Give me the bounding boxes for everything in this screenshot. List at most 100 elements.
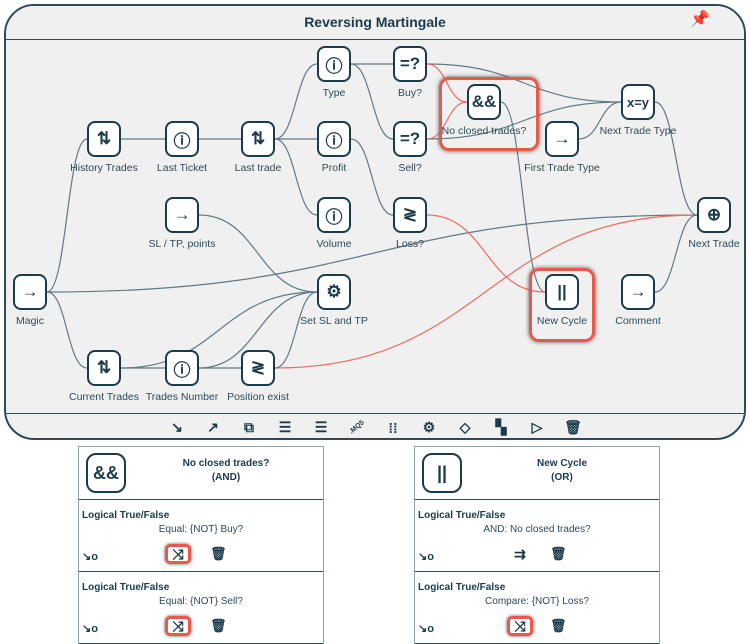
node-label: Last trade: [234, 162, 282, 174]
node-label: Comment: [615, 315, 661, 327]
node-volume[interactable]: ⓘ: [317, 197, 351, 233]
node-setsl-icon: ⚙: [326, 282, 342, 301]
node-firsttype[interactable]: →: [545, 121, 579, 157]
delete-icon[interactable]: 🗑: [210, 618, 227, 634]
node-tradesnum[interactable]: ⓘ: [165, 350, 199, 386]
toolbar-button-3[interactable]: ☰: [275, 419, 295, 436]
toolbar-button-9[interactable]: ▚: [491, 419, 511, 436]
node-nexttrade-icon: ⊕: [706, 205, 722, 224]
toolbar-button-1[interactable]: ↗: [203, 419, 223, 436]
panel-node-icon: &&: [86, 453, 126, 493]
panel-title: No closed trades?: [182, 458, 270, 469]
condition-description: AND: No closed trades?: [483, 524, 591, 535]
toolbar-button-8[interactable]: ◇: [455, 419, 475, 436]
node-label: Set SL and TP: [300, 315, 368, 327]
invert-toggle-button[interactable]: ⤨: [507, 616, 533, 636]
edge-xy-nexttrade: [654, 101, 698, 216]
node-label: Last Ticket: [156, 162, 208, 174]
node-label: SL / TP, points: [148, 238, 216, 250]
node-firsttype-icon: →: [553, 129, 571, 148]
edge-loss-newcycle: [426, 214, 546, 293]
invert-toggle-button[interactable]: ⤨: [165, 616, 191, 636]
node-current[interactable]: ⇅: [87, 350, 121, 386]
edge-magic-nexttrade: [46, 214, 698, 293]
node-type[interactable]: ⓘ: [317, 46, 351, 82]
node-comment[interactable]: →: [621, 274, 655, 310]
node-buy[interactable]: =?: [393, 46, 427, 82]
node-label: Next Trade Type: [599, 125, 677, 137]
panel-node-icon: ||: [422, 453, 462, 493]
link-icon[interactable]: ↘o: [82, 550, 98, 563]
node-label: Loss?: [395, 238, 425, 250]
panel-title: New Cycle: [536, 458, 588, 469]
node-posexist-icon: ≷: [250, 358, 266, 377]
condition-description: Equal: {NOT} Buy?: [158, 524, 244, 535]
node-history[interactable]: ⇅: [87, 121, 121, 157]
node-volume-icon: ⓘ: [325, 207, 343, 227]
node-label: Profit: [321, 162, 347, 174]
link-icon[interactable]: ↘o: [418, 550, 434, 563]
edge-magic-current: [46, 291, 88, 369]
condition-section: Logical True/False Equal: {NOT} Sell? ↘o ⤨ 🗑: [79, 572, 323, 644]
toolbar-button-4[interactable]: ☰: [311, 419, 331, 436]
highlight-and-node: [439, 77, 539, 151]
node-lasttrade[interactable]: ⇅: [241, 121, 275, 157]
node-label: Current Trades: [68, 391, 140, 403]
edge-profit-loss: [350, 138, 394, 216]
node-label: History Trades: [70, 162, 138, 174]
node-label: Trades Number: [145, 391, 219, 403]
condition-section: Logical True/False AND: No closed trades?…: [415, 500, 659, 572]
edge-sltp-setsl: [198, 214, 318, 293]
edge-posexist-setsl: [274, 291, 318, 369]
flow-canvas[interactable]: Reversing Martingale 📌 → Magic ⇅ History Tr…: [4, 4, 746, 440]
node-lasttrade-icon: ⇅: [250, 129, 266, 148]
toolbar-button-0[interactable]: ↘: [167, 419, 187, 436]
toolbar-button-2[interactable]: ⧉: [239, 419, 259, 436]
delete-icon[interactable]: 🗑: [550, 618, 567, 634]
condition-title: Logical True/False: [418, 510, 506, 521]
node-history-icon: ⇅: [96, 129, 112, 148]
panel-header: || New Cycle (OR): [415, 447, 659, 500]
toolbar-button-7[interactable]: ⚙: [419, 419, 439, 436]
node-setsl[interactable]: ⚙: [317, 274, 351, 310]
toolbar-button-5[interactable]: .MQ5: [347, 418, 367, 436]
node-lastticket[interactable]: ⓘ: [165, 121, 199, 157]
node-magic[interactable]: →: [13, 274, 47, 310]
panel-subtitle: (OR): [551, 472, 573, 483]
node-profit-icon: ⓘ: [325, 131, 343, 151]
node-label: Position exist: [227, 391, 289, 403]
edge-lasttrade-type: [274, 63, 318, 140]
link-icon[interactable]: ↘o: [82, 622, 98, 635]
node-loss[interactable]: ≷: [393, 197, 427, 233]
delete-icon[interactable]: 🗑: [550, 546, 567, 562]
node-nexttrade[interactable]: ⊕: [697, 197, 731, 233]
highlight-newcycle-node: [529, 268, 595, 342]
invert-toggle-button[interactable]: ⤨: [165, 544, 191, 564]
condition-description: Equal: {NOT} Sell?: [159, 596, 243, 607]
node-label: Magic: [15, 315, 45, 327]
node-sltp-icon: →: [173, 205, 191, 224]
node-sell[interactable]: =?: [393, 121, 427, 157]
delete-icon[interactable]: 🗑: [210, 546, 227, 562]
properties-panel-0: && No closed trades? (AND) Logical True/Fal…: [78, 446, 324, 644]
node-posexist[interactable]: ≷: [241, 350, 275, 386]
node-xy[interactable]: x=y: [621, 84, 655, 120]
node-comment-icon: →: [629, 282, 647, 301]
node-profit[interactable]: ⓘ: [317, 121, 351, 157]
edge-lasttrade-volume: [274, 138, 318, 216]
toolbar: ↘ ↗ ⧉ ☰ ☰ .MQ5 ⁞⁞ ⚙ ◇ ▚ ▷ 🗑: [6, 413, 744, 438]
node-type-icon: ⓘ: [325, 56, 343, 76]
toolbar-button-10[interactable]: ▷: [527, 419, 547, 436]
edge-type-sell: [350, 63, 394, 140]
node-sell-icon: =?: [399, 129, 421, 148]
node-current-icon: ⇅: [96, 358, 112, 377]
toolbar-button-11[interactable]: 🗑: [563, 419, 583, 436]
invert-toggle-button[interactable]: ⇉: [507, 544, 533, 564]
node-sltp[interactable]: →: [165, 197, 199, 233]
edge-comment-nexttrade: [654, 214, 698, 293]
node-label: Sell?: [398, 162, 422, 174]
condition-section: Logical True/False Compare: {NOT} Loss? ↘o…: [415, 572, 659, 644]
link-icon[interactable]: ↘o: [418, 622, 434, 635]
condition-title: Logical True/False: [82, 582, 170, 593]
toolbar-button-6[interactable]: ⁞⁞: [383, 420, 403, 436]
